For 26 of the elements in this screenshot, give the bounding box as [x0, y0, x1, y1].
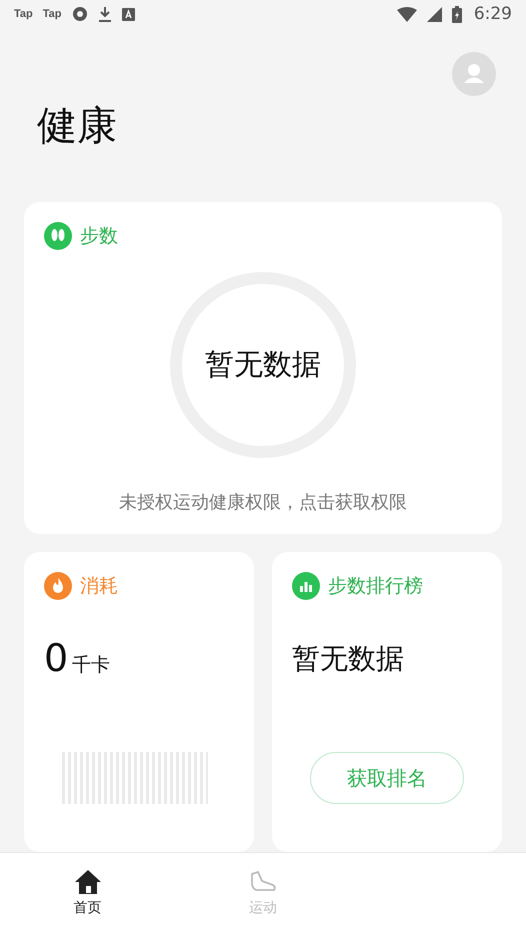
card-title: 步数排行榜 — [328, 574, 423, 599]
app-notification-label: Tap — [14, 8, 33, 20]
card-title: 消耗 — [80, 574, 118, 599]
ranking-value: 暂无数据 — [292, 641, 405, 677]
download-icon — [98, 6, 112, 22]
calorie-value: 0 — [44, 636, 68, 680]
page-title: 健康 — [37, 102, 118, 151]
font-app-icon — [122, 8, 134, 20]
calorie-unit: 千卡 — [72, 653, 110, 678]
nav-tab[interactable]: 首页 — [0, 853, 176, 936]
battery-icon — [452, 6, 462, 22]
steps-card[interactable]: 步数 暂无数据 未授权运动健康权限，点击获取权限 — [24, 202, 502, 534]
get-ranking-button[interactable]: 获取排名 — [310, 752, 464, 804]
permission-hint[interactable]: 未授权运动健康权限，点击获取权限 — [119, 490, 407, 514]
card-title: 步数 — [80, 224, 118, 249]
footprints-icon — [44, 222, 72, 250]
bar-chart-icon — [292, 572, 320, 600]
signal-icon — [426, 6, 442, 22]
flame-icon — [44, 572, 72, 600]
wifi-icon — [396, 6, 417, 22]
avatar-icon[interactable] — [452, 52, 496, 96]
aperture-icon — [72, 6, 88, 22]
status-time: 6:29 — [474, 4, 512, 24]
ring-text: 暂无数据 — [205, 346, 321, 383]
app-notification-label: Tap — [42, 8, 62, 20]
home-icon — [74, 869, 102, 895]
